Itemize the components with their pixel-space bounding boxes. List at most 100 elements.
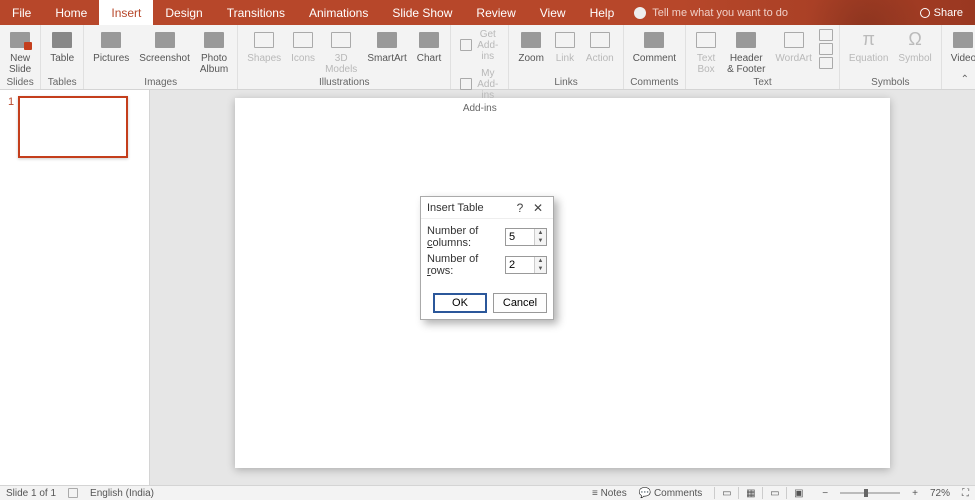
view-buttons: ▭ ▦ ▭ ▣ <box>714 487 810 499</box>
tell-me-placeholder: Tell me what you want to do <box>652 7 788 19</box>
collapse-ribbon-icon[interactable]: ⌃ <box>961 74 969 85</box>
group-slides: New Slide Slides <box>0 25 41 89</box>
object-icon[interactable] <box>819 57 833 69</box>
ok-button[interactable]: OK <box>433 293 487 313</box>
pictures-button[interactable]: Pictures <box>88 27 134 66</box>
group-illustrations: Shapes Icons 3D Models SmartArt Chart Il… <box>238 25 451 89</box>
rows-down-icon[interactable]: ▼ <box>535 265 546 273</box>
slide-thumb-row[interactable]: 1 <box>8 96 141 158</box>
cols-label: Number of columns: <box>427 225 501 249</box>
dialog-title: Insert Table <box>427 202 511 214</box>
tab-insert[interactable]: Insert <box>99 0 153 25</box>
dialog-help-button[interactable]: ? <box>511 201 529 215</box>
group-comments: Comment Comments <box>624 25 686 89</box>
zoom-level[interactable]: 72% <box>930 488 950 499</box>
share-icon <box>920 8 930 18</box>
dialog-close-button[interactable]: ✕ <box>529 201 547 215</box>
tab-help[interactable]: Help <box>578 0 627 25</box>
tab-view[interactable]: View <box>528 0 578 25</box>
tell-me-search[interactable]: Tell me what you want to do <box>634 7 788 19</box>
tab-review[interactable]: Review <box>464 0 527 25</box>
shapes-button[interactable]: Shapes <box>242 27 286 66</box>
date-time-icon[interactable] <box>819 29 833 41</box>
group-symbols: πEquation ΩSymbol Symbols <box>840 25 942 89</box>
zoom-in-button[interactable]: + <box>912 488 918 499</box>
group-images: Pictures Screenshot Photo Album Images <box>84 25 238 89</box>
group-addins: Get Add-ins My Add-ins Add-ins <box>451 25 509 89</box>
group-label-symbols: Symbols <box>871 77 909 89</box>
3d-models-button[interactable]: 3D Models <box>320 27 362 77</box>
tab-slideshow[interactable]: Slide Show <box>380 0 464 25</box>
insert-table-dialog: Insert Table ? ✕ Number of columns: ▲▼ N… <box>420 196 554 320</box>
cols-input[interactable] <box>506 229 534 245</box>
get-addins-button[interactable]: Get Add-ins <box>455 27 504 64</box>
zoom-out-button[interactable]: − <box>822 488 828 499</box>
cancel-button[interactable]: Cancel <box>493 293 547 313</box>
lightbulb-icon <box>634 7 646 19</box>
rows-input[interactable] <box>506 257 534 273</box>
share-button[interactable]: Share <box>920 7 963 19</box>
title-bar: File Home Insert Design Transitions Anim… <box>0 0 975 25</box>
slideshow-view-icon[interactable]: ▣ <box>786 487 810 499</box>
fit-to-window-icon[interactable]: ⛶ <box>962 488 969 499</box>
new-slide-button[interactable]: New Slide <box>4 27 36 77</box>
slide-number-icon[interactable] <box>819 43 833 55</box>
textbox-button[interactable]: Text Box <box>690 27 722 77</box>
rows-up-icon[interactable]: ▲ <box>535 257 546 265</box>
comments-button[interactable]: 💬 Comments <box>639 488 703 499</box>
group-links: Zoom Link Action Links <box>509 25 623 89</box>
sorter-view-icon[interactable]: ▦ <box>738 487 762 499</box>
slide-canvas[interactable] <box>235 98 890 468</box>
slides-panel: 1 <box>0 90 150 485</box>
dialog-titlebar[interactable]: Insert Table ? ✕ <box>421 197 553 219</box>
status-language[interactable]: English (India) <box>90 488 154 499</box>
notes-button[interactable]: ≡ Notes <box>592 488 627 499</box>
group-label-illustrations: Illustrations <box>319 77 370 89</box>
group-tables: Table Tables <box>41 25 84 89</box>
tab-home[interactable]: Home <box>43 0 99 25</box>
dialog-body: Number of columns: ▲▼ Number of rows: ▲▼ <box>421 219 553 287</box>
group-label-slides: Slides <box>7 77 34 89</box>
cols-down-icon[interactable]: ▼ <box>535 237 546 245</box>
comment-button[interactable]: Comment <box>628 27 681 66</box>
tab-design[interactable]: Design <box>153 0 214 25</box>
cols-up-icon[interactable]: ▲ <box>535 229 546 237</box>
share-label: Share <box>934 7 963 19</box>
zoom-slider[interactable] <box>840 492 900 494</box>
group-label-addins: Add-ins <box>463 103 497 115</box>
tab-transitions[interactable]: Transitions <box>215 0 297 25</box>
photo-album-button[interactable]: Photo Album <box>195 27 233 77</box>
rows-spinner[interactable]: ▲▼ <box>505 256 547 274</box>
group-label-text: Text <box>753 77 771 89</box>
chart-button[interactable]: Chart <box>412 27 446 66</box>
group-label-tables: Tables <box>48 77 77 89</box>
normal-view-icon[interactable]: ▭ <box>714 487 738 499</box>
icons-button[interactable]: Icons <box>286 27 320 66</box>
thumb-number: 1 <box>8 96 14 108</box>
screenshot-button[interactable]: Screenshot <box>134 27 195 66</box>
smartart-button[interactable]: SmartArt <box>362 27 411 66</box>
header-footer-button[interactable]: Header & Footer <box>722 27 770 77</box>
video-button[interactable]: Video <box>946 27 975 66</box>
link-button[interactable]: Link <box>549 27 581 66</box>
equation-button[interactable]: πEquation <box>844 27 893 66</box>
action-button[interactable]: Action <box>581 27 619 66</box>
reading-view-icon[interactable]: ▭ <box>762 487 786 499</box>
group-label-images: Images <box>144 77 177 89</box>
ribbon: New Slide Slides Table Tables Pictures S… <box>0 25 975 90</box>
table-button[interactable]: Table <box>45 27 79 66</box>
group-text: Text Box Header & Footer WordArt Text <box>686 25 840 89</box>
zoom-button[interactable]: Zoom <box>513 27 549 66</box>
wordart-button[interactable]: WordArt <box>770 27 817 66</box>
my-addins-button[interactable]: My Add-ins <box>455 66 504 103</box>
accessibility-icon[interactable] <box>68 488 78 498</box>
canvas-area <box>150 90 975 485</box>
cols-spinner[interactable]: ▲▼ <box>505 228 547 246</box>
group-label-links: Links <box>554 77 577 89</box>
tab-file[interactable]: File <box>0 0 43 25</box>
group-media: Video Audio Screen Recording Media <box>942 25 975 89</box>
rows-label: Number of rows: <box>427 253 501 277</box>
symbol-button[interactable]: ΩSymbol <box>893 27 936 66</box>
slide-thumbnail[interactable] <box>18 96 128 158</box>
tab-animations[interactable]: Animations <box>297 0 380 25</box>
